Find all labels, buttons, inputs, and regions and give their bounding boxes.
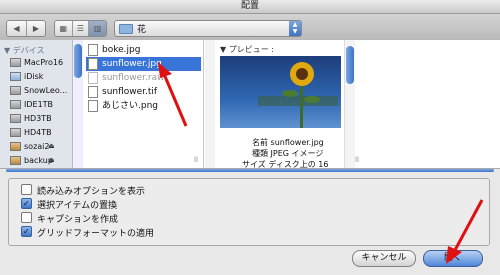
external-drive-icon (10, 156, 21, 165)
option-replace-selected[interactable]: 選択アイテムの置換 (21, 197, 118, 211)
annotation-arrow-icon (446, 199, 484, 264)
sidebar-item-hd3tb[interactable]: HD3TB (10, 112, 52, 125)
column-resize-icon[interactable]: ll (194, 156, 198, 164)
nav-segment: ◀ ▶ (6, 20, 46, 37)
preview-meta-kind: 種類 JPEG イメージ (252, 148, 323, 159)
list-view-button[interactable]: ☰ (73, 21, 90, 36)
view-mode-segment: ▦ ☰ ▥ (54, 20, 107, 37)
option-label: キャプションを作成 (37, 215, 119, 225)
eject-icon[interactable]: ⏏ (48, 156, 55, 164)
checkbox[interactable] (21, 212, 32, 223)
sidebar-item-label: HD4TB (24, 128, 52, 137)
file-name: sunflower.tif (102, 87, 158, 97)
sidebar-item-label: MacPro16 (24, 58, 64, 67)
toolbar: ◀ ▶ ▦ ☰ ▥ 花 ▲ ▼ (0, 14, 500, 41)
sunflower-preview-image (220, 56, 341, 128)
path-folder-label: 花 (137, 25, 147, 35)
file-item[interactable]: boke.jpg (86, 43, 201, 57)
option-create-caption[interactable]: キャプションを作成 (21, 212, 118, 225)
preview-scrollbar[interactable] (344, 40, 355, 168)
sidebar-item-label: IDE1TB (24, 100, 54, 109)
sidebar-item-label: HD3TB (24, 114, 52, 123)
sidebar-item-snowleo[interactable]: SnowLeo... (10, 84, 67, 97)
meta-key: 種類 (252, 149, 268, 158)
sidebar-scrollbar[interactable] (72, 40, 83, 168)
raw-file-icon (88, 71, 98, 84)
folder-icon (119, 24, 133, 34)
external-drive-icon (10, 142, 21, 151)
option-show-import-options[interactable]: 読み込みオプションを表示 (21, 184, 145, 197)
forward-button[interactable]: ▶ (27, 21, 45, 36)
sidebar-item-label: sozai2 (24, 142, 50, 151)
sidebar-item-ide1tb[interactable]: IDE1TB (10, 98, 53, 111)
column-resize-icon[interactable]: ll (355, 156, 359, 164)
hard-drive-icon (10, 58, 21, 67)
annotation-arrow-icon (158, 62, 188, 127)
meta-value: ディスク上の 16 (268, 160, 329, 169)
column-view-button[interactable]: ▥ (89, 21, 106, 36)
image-file-icon (88, 57, 98, 70)
window-titlebar: 配置 (0, 0, 500, 14)
preview-pane: ▼ プレビュー : 名前 sunflower.jpg 種類 JPEG イメージ … (216, 40, 344, 169)
option-label: グリッドフォーマットの適用 (37, 229, 155, 239)
file-column-scrollbar[interactable] (205, 40, 215, 168)
sidebar-item-hd4tb[interactable]: HD4TB (10, 126, 52, 139)
file-browser: ▼ デバイス MacPro16 iDisk SnowLeo... IDE1TB … (0, 40, 500, 169)
sidebar-item-macpro16[interactable]: MacPro16 (10, 56, 63, 69)
meta-key: 名前 (252, 138, 268, 147)
sidebar-item-label: iDisk (24, 72, 44, 81)
file-column: boke.jpg sunflower.jpg sunflower.raw sun… (84, 40, 204, 168)
option-apply-grid-format[interactable]: グリッドフォーマットの適用 (21, 225, 155, 239)
sidebar-item-label: SnowLeo... (24, 86, 68, 95)
hard-drive-icon (10, 114, 21, 123)
sidebar-item-idisk[interactable]: iDisk (10, 70, 43, 83)
preview-meta-name: 名前 sunflower.jpg (252, 137, 324, 148)
meta-value: JPEG イメージ (270, 149, 324, 158)
cancel-button[interactable]: キャンセル (352, 250, 416, 267)
file-name: sunflower.jpg (102, 59, 162, 69)
image-file-icon (88, 85, 98, 98)
hard-drive-icon (10, 128, 21, 137)
idisk-icon (10, 72, 21, 81)
horizontal-scrollbar[interactable] (0, 169, 500, 173)
preview-label: ▼ プレビュー : (220, 45, 274, 54)
sidebar-item-backup[interactable]: backup (10, 154, 53, 167)
preview-scroll-thumb[interactable] (346, 46, 354, 84)
sidebar: ▼ デバイス MacPro16 iDisk SnowLeo... IDE1TB … (0, 40, 73, 168)
file-name: boke.jpg (102, 45, 141, 55)
horizontal-scroll-thumb[interactable] (6, 169, 494, 172)
hard-drive-icon (10, 100, 21, 109)
popup-arrows-icon: ▲ ▼ (289, 21, 301, 36)
image-file-icon (88, 99, 98, 112)
sidebar-item-sozai2[interactable]: sozai2 (10, 140, 49, 153)
meta-key: サイズ (242, 160, 266, 169)
import-options-box: 読み込みオプションを表示 選択アイテムの置換 キャプションを作成 グリッドフォー… (8, 178, 490, 246)
window-title: 配置 (240, 1, 259, 11)
empty-column-area: ll (355, 40, 500, 168)
sidebar-section-devices[interactable]: ▼ デバイス (4, 45, 44, 56)
sidebar-scroll-thumb[interactable] (74, 44, 82, 78)
meta-value: sunflower.jpg (270, 138, 324, 147)
file-name: あじさい.png (102, 101, 158, 111)
checkbox[interactable] (21, 184, 32, 195)
checkbox-checked[interactable] (21, 225, 32, 238)
path-popup[interactable]: 花 ▲ ▼ (114, 20, 302, 37)
back-button[interactable]: ◀ (7, 21, 27, 36)
hard-drive-icon (10, 86, 21, 95)
option-label: 読み込みオプションを表示 (37, 187, 146, 197)
eject-icon[interactable]: ⏏ (48, 142, 55, 150)
icon-view-button[interactable]: ▦ (55, 21, 73, 36)
option-label: 選択アイテムの置換 (37, 201, 118, 211)
checkbox-checked[interactable] (21, 197, 32, 210)
image-file-icon (88, 43, 98, 56)
